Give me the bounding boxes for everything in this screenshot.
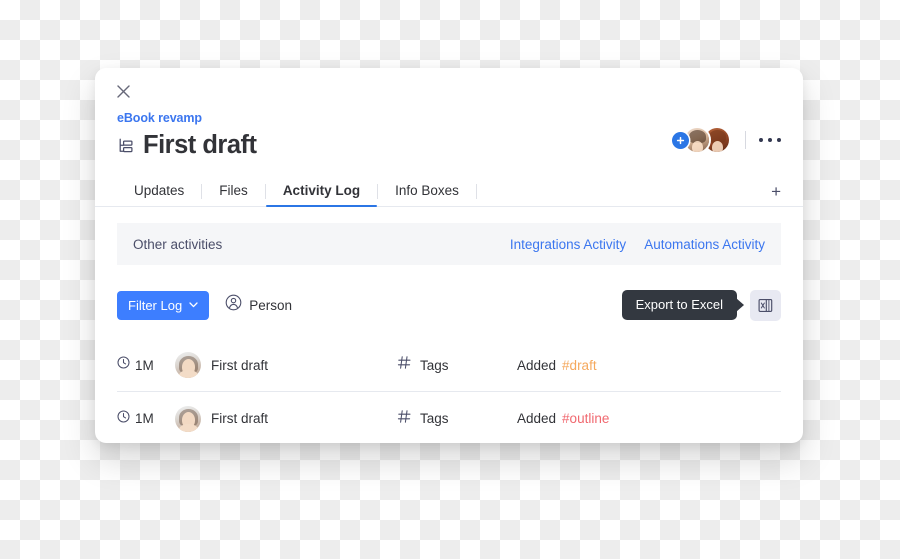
- tab-activity-log[interactable]: Activity Log: [265, 183, 378, 207]
- row-item-name: First draft: [211, 357, 269, 373]
- row-time: 1M: [117, 356, 175, 374]
- avatar[interactable]: [175, 352, 201, 378]
- add-tab-button[interactable]: +: [771, 183, 781, 206]
- page-title: First draft: [143, 131, 257, 159]
- table-row[interactable]: 1M First draft Tags Added #draft: [117, 339, 781, 392]
- filter-log-button[interactable]: Filter Log: [117, 290, 210, 320]
- row-tag: #outline: [562, 411, 610, 426]
- tab-files[interactable]: Files: [202, 183, 265, 207]
- hash-icon: [397, 355, 412, 375]
- person-circle-icon: [225, 294, 242, 316]
- clock-icon: [117, 356, 130, 374]
- tab-info-boxes[interactable]: Info Boxes: [378, 183, 476, 207]
- row-change: Added #outline: [517, 411, 609, 426]
- avatar[interactable]: [175, 405, 201, 432]
- table-row[interactable]: 1M First draft Tags Added #outline: [117, 392, 781, 443]
- clock-icon: [117, 409, 130, 428]
- row-column: Tags: [397, 355, 517, 375]
- row-change: Added #draft: [517, 358, 597, 373]
- other-activities-links: Integrations Activity Automations Activi…: [510, 237, 765, 252]
- tab-separator: [475, 184, 477, 199]
- export-area: Export to Excel: [621, 289, 781, 321]
- tab-updates[interactable]: Updates: [117, 183, 201, 207]
- more-options-icon[interactable]: [759, 130, 781, 150]
- subitem-icon: [117, 137, 136, 156]
- excel-file-icon: [757, 297, 774, 314]
- activity-log-list: 1M First draft Tags Added #draft 1M Firs…: [117, 339, 781, 443]
- people-and-menu: [672, 128, 781, 152]
- row-column-name: Tags: [420, 357, 449, 373]
- row-column: Tags: [397, 409, 517, 429]
- row-time-value: 1M: [135, 411, 154, 426]
- row-tag: #draft: [562, 357, 597, 373]
- add-person-icon[interactable]: [672, 131, 689, 149]
- person-filter-label: Person: [249, 297, 292, 313]
- header-divider: [745, 131, 746, 149]
- row-action: Added: [517, 411, 557, 426]
- row-time: 1M: [117, 409, 175, 428]
- other-activities-bar: Other activities Integrations Activity A…: [117, 223, 781, 265]
- export-to-excel-button[interactable]: [750, 289, 781, 321]
- tab-bar: Updates Files Activity Log Info Boxes +: [95, 176, 803, 207]
- automations-activity-link[interactable]: Automations Activity: [644, 237, 765, 252]
- chevron-down-icon: [189, 302, 198, 308]
- filter-bar: Filter Log Person Export to Excel: [117, 289, 781, 321]
- person-filter[interactable]: Person: [225, 294, 292, 316]
- avatar-stack: [672, 128, 729, 152]
- filter-log-label: Filter Log: [128, 297, 183, 313]
- item-detail-card: eBook revamp First draft Updates Files A…: [95, 68, 803, 443]
- other-activities-label: Other activities: [133, 236, 223, 252]
- export-tooltip: Export to Excel: [621, 290, 745, 320]
- row-action: Added: [517, 357, 557, 373]
- close-button[interactable]: [111, 79, 135, 103]
- close-icon: [116, 84, 131, 99]
- row-column-name: Tags: [420, 411, 449, 426]
- hash-icon: [397, 409, 412, 429]
- breadcrumb[interactable]: eBook revamp: [117, 111, 202, 125]
- row-item: First draft: [175, 405, 397, 432]
- row-time-value: 1M: [135, 357, 154, 373]
- row-item: First draft: [175, 352, 397, 378]
- integrations-activity-link[interactable]: Integrations Activity: [510, 237, 626, 252]
- row-item-name: First draft: [211, 411, 269, 426]
